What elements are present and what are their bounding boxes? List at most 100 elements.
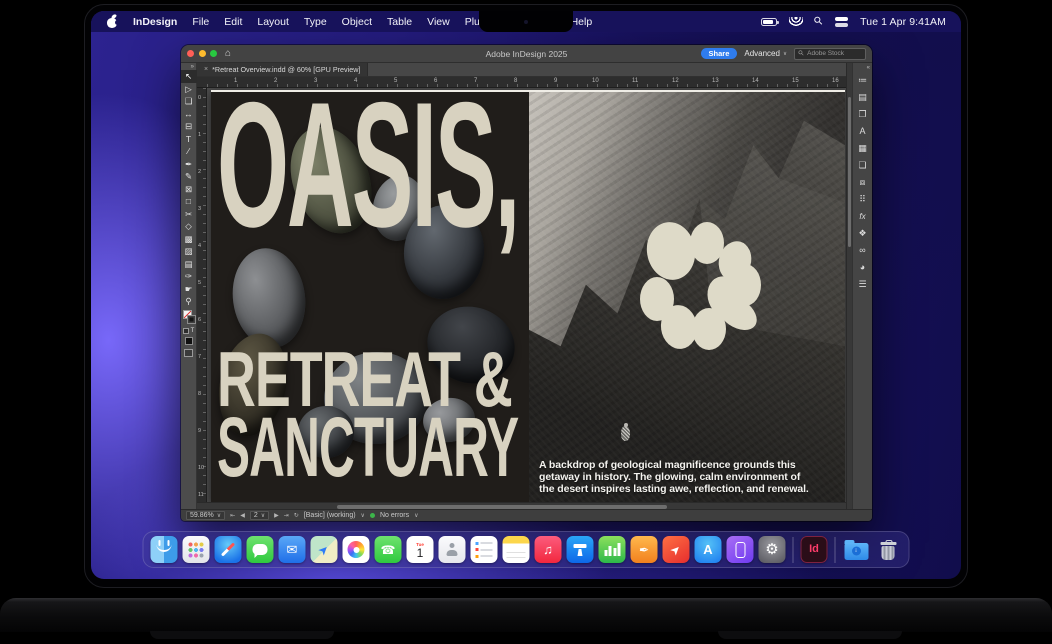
- menu-app-name[interactable]: InDesign: [133, 16, 177, 28]
- stroke-panel-button[interactable]: ☰: [853, 276, 873, 293]
- pencil-tool[interactable]: ✎: [181, 170, 197, 183]
- battery-icon[interactable]: [761, 18, 777, 26]
- dock-indesign-icon[interactable]: Id: [801, 536, 828, 563]
- dock-calendar-icon[interactable]: Tue 1: [407, 536, 434, 563]
- scissors-tool[interactable]: ✂: [181, 208, 197, 221]
- dock-maps-icon[interactable]: ➤: [311, 536, 338, 563]
- dock-downloads-folder-icon[interactable]: ↓: [843, 536, 870, 563]
- direct-selection-tool[interactable]: ▷: [181, 83, 197, 96]
- apply-color-button[interactable]: [185, 337, 193, 345]
- dock-photos-icon[interactable]: [343, 536, 370, 563]
- vertical-ruler[interactable]: 0 1 2 3 4 5 6 7 8 9 10 11: [197, 88, 207, 502]
- effects-panel-button[interactable]: fx: [853, 208, 873, 225]
- dock-trash-icon[interactable]: [875, 536, 902, 563]
- free-transform-tool[interactable]: ◇: [181, 220, 197, 233]
- swatches-panel-button[interactable]: ∞: [853, 242, 873, 259]
- menu-object[interactable]: Object: [342, 16, 372, 28]
- close-window-button[interactable]: [187, 50, 194, 57]
- vertical-scrollbar[interactable]: [846, 63, 852, 509]
- dock-pages-icon[interactable]: ✒: [631, 536, 658, 563]
- document-tab[interactable]: × *Retreat Overview.indd @ 60% [GPU Prev…: [197, 63, 368, 76]
- last-page-button[interactable]: ⇥: [284, 513, 289, 519]
- dock-numbers-icon[interactable]: [599, 536, 626, 563]
- horizontal-scrollbar[interactable]: [197, 502, 846, 509]
- menu-file[interactable]: File: [192, 16, 209, 28]
- share-button[interactable]: Share: [701, 48, 738, 60]
- gap-tool[interactable]: ↔: [181, 108, 197, 121]
- dock-launchpad-icon[interactable]: [183, 536, 210, 563]
- dock-mail-icon[interactable]: ✉: [279, 536, 306, 563]
- wifi-icon[interactable]: [789, 17, 803, 26]
- gradient-feather-tool[interactable]: ▨: [181, 245, 197, 258]
- layers-panel-button[interactable]: ❏: [853, 157, 873, 174]
- menu-view[interactable]: View: [427, 16, 450, 28]
- formatting-container-button[interactable]: [183, 328, 189, 334]
- window-titlebar[interactable]: ⌂ Adobe InDesign 2025 Share Advanced ∨ ⚲…: [181, 45, 872, 63]
- horizontal-ruler[interactable]: 1 2 3 4 5 6 7 8 9 10 11 12 13 14: [197, 77, 846, 88]
- eyedropper-tool[interactable]: ✑: [181, 270, 197, 283]
- preflight-icon[interactable]: ↻: [294, 513, 299, 519]
- minimize-window-button[interactable]: [199, 50, 206, 57]
- stroke-swatch[interactable]: [187, 315, 196, 324]
- left-page[interactable]: OASIS, RETREAT & SANCTUARY: [211, 92, 529, 502]
- align-panel-button[interactable]: ⠿: [853, 191, 873, 208]
- vertical-scroll-thumb[interactable]: [848, 97, 851, 247]
- menu-edit[interactable]: Edit: [224, 16, 242, 28]
- dock-contacts-icon[interactable]: [439, 536, 466, 563]
- color-panel-button[interactable]: ◕: [853, 259, 873, 276]
- previous-page-button[interactable]: ◀: [240, 513, 245, 519]
- rectangle-tool[interactable]: □: [181, 195, 197, 208]
- dock-finder-icon[interactable]: [151, 536, 178, 563]
- selection-tool[interactable]: ↖: [181, 70, 197, 83]
- dock-keynote-icon[interactable]: [567, 536, 594, 563]
- character-panel-button[interactable]: A: [853, 123, 873, 140]
- tools-overflow-icon[interactable]: »: [191, 63, 196, 70]
- pages-panel-button[interactable]: ❐: [853, 106, 873, 123]
- dock-rocket-app-icon[interactable]: ➤: [663, 536, 690, 563]
- screen-mode-button[interactable]: [184, 349, 193, 357]
- home-icon[interactable]: ⌂: [225, 49, 231, 59]
- pasteboard[interactable]: OASIS, RETREAT & SANCTUARY: [207, 88, 846, 502]
- page-number-dropdown[interactable]: 2 ∨: [250, 511, 269, 520]
- expand-panels-icon[interactable]: «: [867, 63, 872, 72]
- next-page-button[interactable]: ▶: [274, 513, 279, 519]
- content-collector-tool[interactable]: ⊟: [181, 120, 197, 133]
- menu-layout[interactable]: Layout: [257, 16, 289, 28]
- apple-menu-icon[interactable]: [106, 15, 118, 28]
- zoom-level-dropdown[interactable]: 59.86% ∨: [186, 511, 225, 520]
- dock-notes-icon[interactable]: [503, 536, 530, 563]
- text-wrap-panel-button[interactable]: ▦: [853, 140, 873, 157]
- menu-clock[interactable]: Tue 1 Apr 9:41AM: [860, 16, 946, 28]
- gradient-tool[interactable]: ▩: [181, 233, 197, 246]
- menu-table[interactable]: Table: [387, 16, 412, 28]
- tab-close-icon[interactable]: ×: [204, 66, 208, 73]
- dock-safari-icon[interactable]: [215, 536, 242, 563]
- page-tool[interactable]: ❏: [181, 95, 197, 108]
- hand-tool[interactable]: ☛: [181, 283, 197, 296]
- dock-iphone-mirroring-icon[interactable]: [727, 536, 754, 563]
- zoom-window-button[interactable]: [210, 50, 217, 57]
- dock-phone-icon[interactable]: ☎: [375, 536, 402, 563]
- dock-messages-icon[interactable]: [247, 536, 274, 563]
- note-tool[interactable]: ▤: [181, 258, 197, 271]
- zoom-tool[interactable]: ⚲: [181, 295, 197, 308]
- cc-libraries-panel-button[interactable]: ▤: [853, 89, 873, 106]
- dock-app-store-icon[interactable]: A: [695, 536, 722, 563]
- properties-panel-button[interactable]: ≔: [853, 72, 873, 89]
- dock-music-icon[interactable]: ♫: [535, 536, 562, 563]
- document-spread[interactable]: OASIS, RETREAT & SANCTUARY: [211, 90, 845, 502]
- pen-tool[interactable]: ✒: [181, 158, 197, 171]
- frame-tool[interactable]: ⊠: [181, 183, 197, 196]
- type-tool[interactable]: T: [181, 133, 197, 146]
- spotlight-search-icon[interactable]: ⚲: [812, 15, 825, 28]
- dock-system-settings-icon[interactable]: ⚙: [759, 536, 786, 563]
- menu-help[interactable]: Help: [571, 16, 593, 28]
- line-tool[interactable]: ∕: [181, 145, 197, 158]
- menu-type[interactable]: Type: [304, 16, 327, 28]
- horizontal-scroll-thumb[interactable]: [337, 505, 667, 509]
- dock-reminders-icon[interactable]: [471, 536, 498, 563]
- workspace-switcher[interactable]: Advanced ∨: [744, 49, 787, 58]
- preflight-profile[interactable]: [Basic] (working): [304, 512, 356, 519]
- fill-stroke-swatches[interactable]: [181, 310, 197, 326]
- right-page[interactable]: A backdrop of geological magnificence gr…: [529, 92, 845, 502]
